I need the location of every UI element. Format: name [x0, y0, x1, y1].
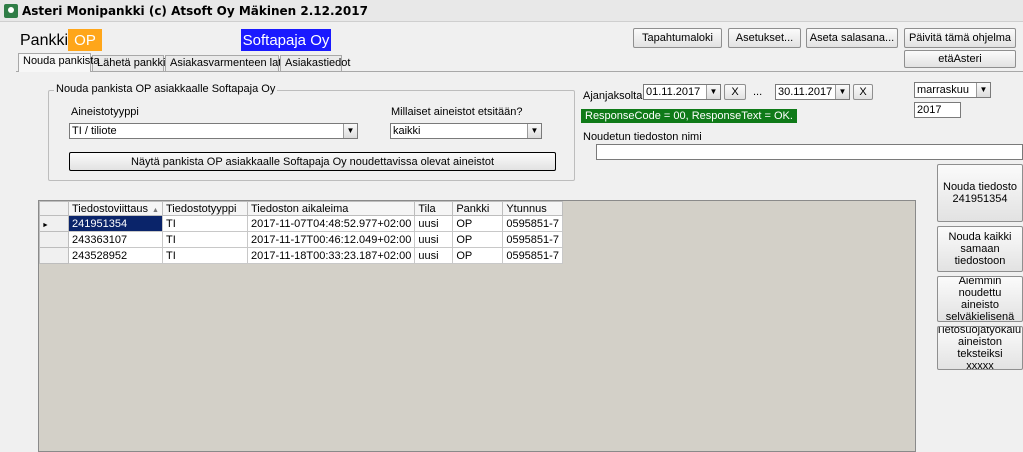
privacy-tool-button[interactable]: Tietosuojatyökalu: aineiston teksteiksi …: [937, 326, 1023, 370]
cell-status[interactable]: uusi: [414, 215, 454, 232]
material-type-value: TI / tiliote: [72, 125, 117, 137]
column-header-timestamp[interactable]: Tiedoston aikaleima: [246, 201, 416, 216]
privacy-line1: Tietosuojatyökalu:: [937, 326, 1023, 336]
row-header[interactable]: [39, 247, 69, 264]
month-select[interactable]: marraskuu ▼: [914, 82, 991, 98]
material-type-label: Aineistotyyppi: [71, 106, 139, 118]
cell-business-id[interactable]: 0595851-7: [502, 231, 563, 248]
bank-label: Pankki: [20, 32, 69, 49]
cell-file-reference[interactable]: 243363107: [68, 231, 163, 248]
bank-badge: OP: [68, 29, 102, 51]
previous-material-button[interactable]: Aiemmin noudettu aineisto selväkielisenä: [937, 276, 1023, 322]
groupbox-title: Nouda pankista OP asiakkaalle Softapaja …: [54, 83, 278, 95]
tab-fetch-from-bank[interactable]: Nouda pankista: [18, 53, 99, 72]
current-row-icon: ►: [42, 221, 49, 229]
clear-date-from-button[interactable]: X: [724, 84, 746, 100]
cell-business-id[interactable]: 0595851-7: [502, 215, 563, 232]
table-row[interactable]: ► 241951354 TI 2017-11-07T04:48:52.977+0…: [39, 215, 563, 232]
tab-divider: [16, 71, 1023, 72]
table-row[interactable]: 243363107 TI 2017-11-17T00:46:12.049+02:…: [39, 231, 563, 248]
cell-file-reference[interactable]: 243528952: [68, 247, 163, 264]
event-log-button[interactable]: Tapahtumaloki: [633, 28, 722, 48]
previous-line3: selväkielisenä: [945, 311, 1015, 322]
cell-file-reference[interactable]: 241951354: [68, 215, 163, 232]
cell-status[interactable]: uusi: [414, 247, 454, 264]
filename-label: Noudetun tiedoston nimi: [583, 131, 702, 143]
fetch-file-line2: 241951354: [952, 193, 1008, 205]
tab-customer-info[interactable]: Asiakastiedot: [280, 55, 350, 71]
window-title: Asteri Monipankki (c) Atsoft Oy Mäkinen …: [22, 4, 368, 18]
fetch-file-button[interactable]: Nouda tiedosto 241951354: [937, 164, 1023, 222]
chevron-down-icon[interactable]: ▼: [527, 124, 541, 138]
tab-customer-certificate[interactable]: Asiakasvarmenteen lataus: [165, 55, 299, 71]
update-program-button[interactable]: Päivitä tämä ohjelma: [904, 28, 1016, 48]
previous-line1: Aiemmin: [958, 276, 1002, 287]
search-type-select[interactable]: kaikki ▼: [390, 123, 542, 139]
previous-line2: noudettu aineisto: [958, 287, 1002, 311]
column-header-file-type[interactable]: Tiedostotyyppi: [161, 201, 248, 216]
date-to-value: 30.11.2017: [778, 86, 833, 98]
cell-timestamp[interactable]: 2017-11-18T00:33:23.187+02:00: [246, 247, 416, 264]
tab-send-to-bank[interactable]: Lähetä pankkiin: [92, 55, 174, 71]
cell-file-type[interactable]: TI: [161, 247, 248, 264]
fetch-all-button[interactable]: Nouda kaikki samaan tiedostoon: [937, 226, 1023, 272]
table-row[interactable]: 243528952 TI 2017-11-18T00:33:23.187+02:…: [39, 247, 563, 264]
clear-date-to-button[interactable]: X: [853, 84, 873, 100]
period-label: Ajanjaksolta: [583, 90, 643, 102]
privacy-line2: aineiston teksteiksi: [957, 336, 1003, 360]
cell-business-id[interactable]: 0595851-7: [502, 247, 563, 264]
set-password-button[interactable]: Aseta salasana...: [806, 28, 898, 48]
app-icon: [4, 4, 18, 18]
cell-timestamp[interactable]: 2017-11-07T04:48:52.977+02:00: [246, 215, 416, 232]
grid-header-row: Tiedostoviittaus ▲ Tiedostotyyppi Tiedost…: [39, 201, 563, 216]
month-value: marraskuu: [917, 84, 969, 96]
company-badge: Softapaja Oy: [241, 29, 331, 51]
chevron-down-icon[interactable]: ▼: [343, 124, 357, 138]
chevron-down-icon[interactable]: ▼: [835, 85, 849, 99]
row-header[interactable]: [39, 231, 69, 248]
cell-timestamp[interactable]: 2017-11-17T00:46:12.049+02:00: [246, 231, 416, 248]
year-input[interactable]: 2017: [914, 102, 961, 118]
materials-grid[interactable]: Tiedostoviittaus ▲ Tiedostotyyppi Tiedost…: [39, 201, 563, 264]
cell-file-type[interactable]: TI: [161, 215, 248, 232]
date-from-picker[interactable]: 01.11.2017 ▼: [643, 84, 721, 100]
fetch-file-line1: Nouda tiedosto: [943, 181, 1017, 193]
column-header-file-reference[interactable]: Tiedostoviittaus ▲: [68, 201, 163, 216]
date-from-value: 01.11.2017: [646, 86, 701, 98]
column-header-bank[interactable]: Pankki: [452, 201, 504, 216]
settings-button[interactable]: Asetukset...: [728, 28, 801, 48]
column-label: Tiedostoviittaus: [72, 202, 149, 215]
chevron-down-icon[interactable]: ▼: [976, 83, 990, 97]
column-header-status[interactable]: Tila: [414, 201, 454, 216]
response-status: ResponseCode = 00, ResponseText = OK.: [581, 109, 797, 123]
cell-bank[interactable]: OP: [452, 247, 504, 264]
cell-file-type[interactable]: TI: [161, 231, 248, 248]
row-header[interactable]: ►: [39, 215, 69, 232]
period-separator: ...: [753, 86, 763, 98]
cell-bank[interactable]: OP: [452, 215, 504, 232]
show-materials-button[interactable]: Näytä pankista OP asiakkaalle Softapaja …: [69, 152, 556, 171]
eta-asteri-button[interactable]: etäAsteri: [904, 50, 1016, 68]
fetch-all-line2: samaan: [960, 243, 1000, 255]
date-to-picker[interactable]: 30.11.2017 ▼: [775, 84, 850, 100]
cell-status[interactable]: uusi: [414, 231, 454, 248]
fetch-all-line3: tiedostoon: [954, 255, 1006, 267]
sort-icon: ▲: [152, 206, 159, 214]
cell-bank[interactable]: OP: [452, 231, 504, 248]
material-type-select[interactable]: TI / tiliote ▼: [69, 123, 358, 139]
chevron-down-icon[interactable]: ▼: [706, 85, 720, 99]
privacy-line3: xxxxx: [966, 360, 994, 370]
filename-input[interactable]: [596, 144, 1023, 160]
search-type-value: kaikki: [393, 125, 421, 137]
search-type-label: Millaiset aineistot etsitään?: [391, 106, 523, 118]
fetch-all-line1: Nouda kaikki: [948, 231, 1012, 243]
row-header-corner: [39, 201, 69, 216]
column-header-business-id[interactable]: Ytunnus: [502, 201, 563, 216]
